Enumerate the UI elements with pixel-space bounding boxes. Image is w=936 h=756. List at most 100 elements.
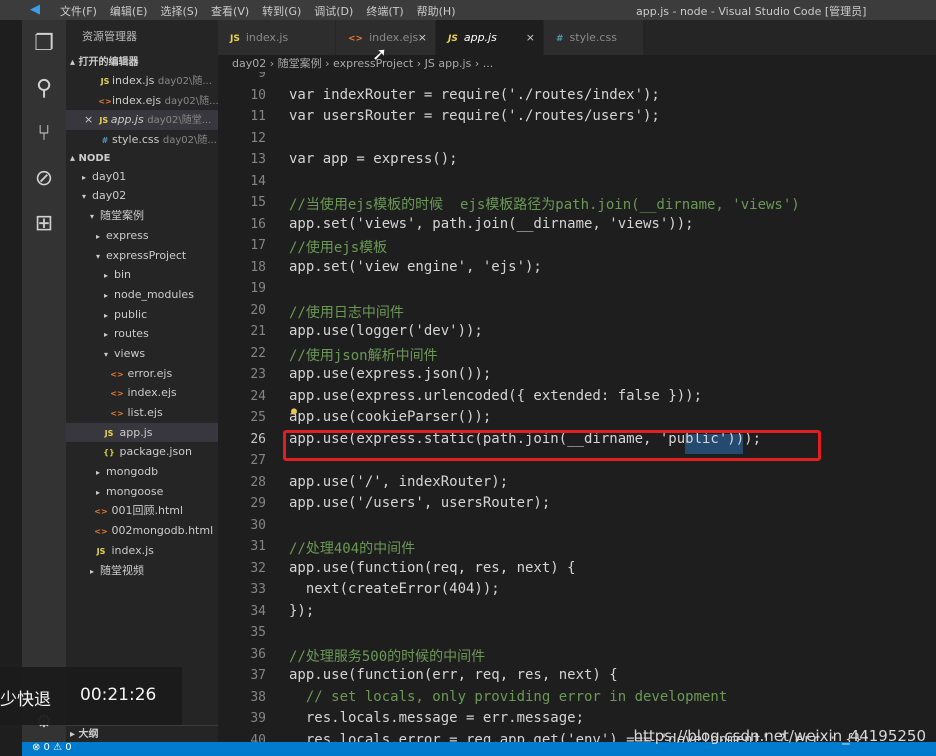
menu-item[interactable]: 选择(S) (160, 3, 198, 19)
chevron-right-icon[interactable]: ▸ (96, 468, 100, 477)
js-file-icon: JS (104, 428, 114, 438)
menu-item[interactable]: 查看(V) (211, 3, 249, 19)
menu-item[interactable]: 调试(D) (314, 3, 353, 19)
chevron-right-icon[interactable]: ▸ (104, 291, 108, 300)
menu-item[interactable]: 终端(T) (366, 3, 403, 19)
tree-item-label: package.json (119, 445, 192, 459)
line-number: 11 (250, 109, 266, 124)
chevron-right-icon[interactable]: ▸ (104, 311, 108, 320)
chevron-right-icon[interactable]: ▸ (104, 330, 108, 339)
tree-folder[interactable]: ▸ routes (66, 324, 218, 344)
tree-folder[interactable]: ▸ express (66, 226, 218, 246)
extensions-icon[interactable]: ⊞ (30, 210, 58, 238)
outline-header[interactable]: ▸ 大纲 (66, 725, 218, 742)
tree-file[interactable]: <> list.ejs (66, 403, 218, 423)
html-file-icon: <> (94, 507, 108, 517)
line-number: 20 (250, 302, 266, 318)
tree-folder[interactable]: ▸ node_modules (66, 285, 218, 305)
menu-item[interactable]: 转到(G) (262, 3, 301, 19)
tree-file[interactable]: <> index.ejs (66, 383, 218, 403)
open-editor-item[interactable]: JS index.js day02\随... (66, 71, 218, 91)
title-bar: ◀ 文件(F) 编辑(E) 选择(S) 查看(V) 转到(G) 调试(D) 终端(T) 帮助(… (0, 0, 936, 20)
open-editor-name: style.css (112, 133, 160, 147)
tree-file[interactable]: {} package.json (66, 442, 218, 462)
code-line: app.use(express.json()); (289, 366, 492, 382)
tab-label: index.ejs (369, 31, 419, 44)
chevron-down-icon[interactable]: ▾ (82, 192, 86, 201)
open-editors-header[interactable]: ▴ 打开的编辑器 (66, 54, 218, 71)
chevron-right-icon[interactable]: ▸ (96, 232, 100, 241)
tree-folder[interactable]: ▾ day02 (66, 186, 218, 206)
tree-file[interactable]: <> error.ejs (66, 364, 218, 384)
tree-file[interactable]: <> 001回顾.html (66, 501, 218, 521)
tree-item-label: views (114, 346, 146, 360)
debug-icon[interactable]: ⊘ (30, 165, 58, 193)
window-title: app.js - node - Visual Studio Code [管理员] (636, 5, 867, 18)
code-line: app.use(function(req, res, next) { (289, 559, 576, 576)
source-control-icon[interactable]: ⑂ (30, 120, 58, 148)
overlay-text: 少快退 (0, 690, 51, 710)
line-number: 35 (250, 625, 266, 640)
line-number: 21 (250, 324, 266, 339)
tree-item-label: public (114, 307, 148, 321)
line-number: 26 (250, 431, 266, 447)
html-file-icon: <> (94, 527, 108, 537)
code-editor[interactable]: 9 10 var indexRouter = require('./routes/i… (218, 72, 936, 742)
open-editor-item[interactable]: # style.css day02\随... (66, 130, 218, 150)
chevron-down-icon[interactable]: ▾ (104, 350, 108, 359)
js-file-icon: JS (96, 546, 106, 556)
tab-label: index.js (245, 31, 289, 44)
chevron-down-icon[interactable]: ▾ (96, 252, 100, 261)
line-number: 37 (250, 668, 266, 683)
code-line: //使用日志中间件 (289, 304, 404, 321)
tree-folder[interactable]: ▸ bin (66, 265, 218, 285)
json-file-icon: {} (103, 448, 115, 458)
tree-item-label: day01 (92, 169, 127, 183)
menu-item[interactable]: 文件(F) (60, 3, 97, 19)
line-number: 13 (250, 152, 266, 167)
code-line: next(createError(404)); (289, 581, 500, 597)
tree-folder[interactable]: ▾ expressProject (66, 246, 218, 266)
tree-folder[interactable]: ▸ public (66, 305, 218, 325)
code-line: app.use('/', indexRouter); (289, 473, 509, 490)
tree-folder[interactable]: ▾ views (66, 344, 218, 364)
line-number: 12 (250, 130, 266, 146)
menu-item[interactable]: 帮助(H) (417, 3, 456, 19)
line-number: 40 (250, 732, 266, 743)
close-icon[interactable]: × (84, 113, 97, 126)
tree-folder[interactable]: ▸ 随堂视频 (66, 561, 218, 581)
files-icon[interactable]: ❐ (30, 30, 58, 58)
code-line: //处理服务500的时候的中间件 (289, 648, 486, 665)
chevron-right-icon[interactable]: ▸ (82, 173, 86, 182)
tree-file[interactable]: JS index.js (66, 541, 218, 561)
chevron-right-icon[interactable]: ▸ (96, 488, 100, 497)
lightbulb-icon[interactable]: ● (291, 406, 297, 417)
tree-file[interactable]: <> 002mongodb.html (66, 521, 218, 541)
tree-folder[interactable]: ▸ mongoose (66, 482, 218, 502)
tree-file[interactable]: JS app.js (66, 422, 218, 443)
code-line: app.use(cookieParser()); (289, 409, 492, 425)
code-line: app.use(logger('dev')); (289, 323, 483, 339)
code-line: app.use('/users', usersRouter); (289, 495, 551, 511)
tree-folder[interactable]: ▸ day01 (66, 167, 218, 187)
tree-item-label: app.js (119, 425, 153, 439)
chevron-down-icon[interactable]: ▾ (90, 212, 94, 221)
code-line: var usersRouter = require('./routes/user… (289, 108, 660, 124)
chevron-right-icon[interactable]: ▸ (90, 567, 94, 576)
chevron-right-icon[interactable]: ▸ (104, 271, 108, 280)
search-icon[interactable]: ⚲ (30, 75, 58, 103)
node-folder-header[interactable]: ▴ NODE (66, 150, 218, 167)
open-editor-item[interactable]: <>index.ejs day02\随... (66, 91, 218, 111)
watermark: https://blog.csdn.net/weixin_44195250 (633, 727, 926, 745)
close-icon[interactable]: × (418, 20, 427, 55)
breadcrumb[interactable]: day02 › 随堂案例 › expressProject › JS app.j… (218, 55, 936, 72)
line-number: 39 (250, 711, 266, 726)
tree-folder[interactable]: ▸ mongodb (66, 462, 218, 482)
tree-folder[interactable]: ▾ 随堂案例 (66, 206, 218, 226)
tab-style-css[interactable]: # style.css (544, 20, 644, 55)
tab-index-js[interactable]: JS index.js (218, 20, 336, 55)
tab-app-js[interactable]: JS app.js × (436, 20, 544, 55)
open-editor-item[interactable]: × JS app.js day02\随堂... (66, 110, 218, 131)
close-icon[interactable]: × (526, 20, 535, 55)
menu-item[interactable]: 编辑(E) (110, 3, 148, 19)
